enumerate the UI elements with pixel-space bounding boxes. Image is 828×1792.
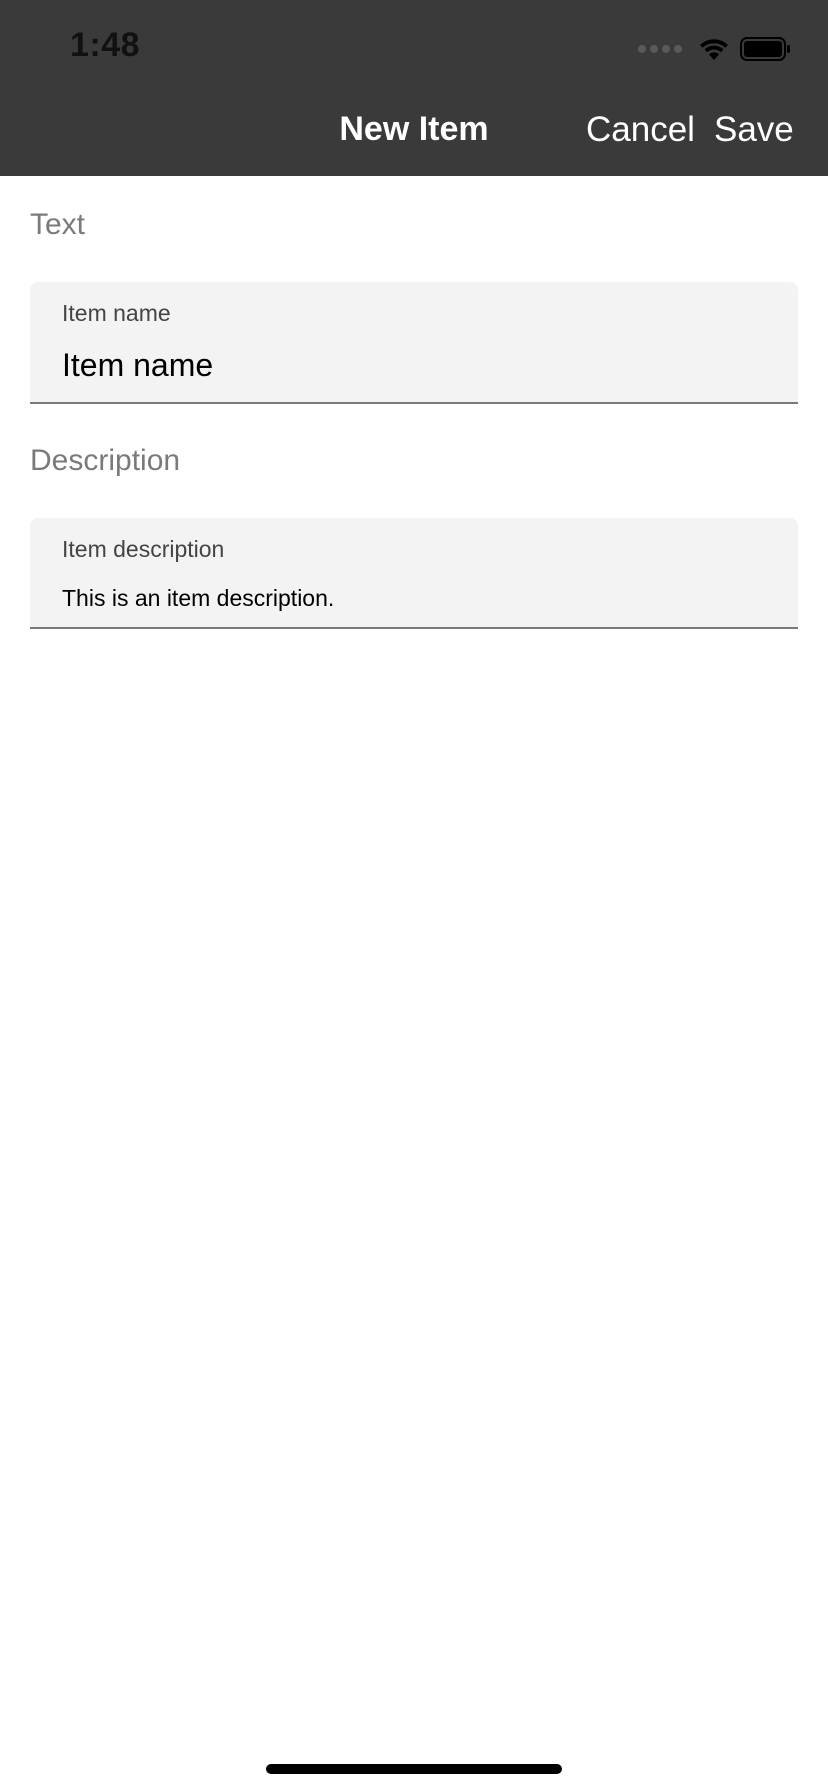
- item-name-label: Item name: [62, 300, 171, 326]
- save-button[interactable]: Save: [714, 110, 794, 150]
- item-description-label: Item description: [62, 536, 225, 562]
- page-title-text: New Item: [339, 110, 489, 148]
- app-header: 1:48 New Item Cancel Save: [0, 0, 828, 176]
- text-section-label: Text: [30, 208, 86, 241]
- status-icons: [638, 34, 792, 64]
- battery-icon: [740, 37, 790, 61]
- description-section-label: Description: [30, 444, 181, 477]
- item-description-input[interactable]: [62, 582, 762, 614]
- wifi-icon: [700, 39, 728, 60]
- item-name-field[interactable]: Item name: [30, 282, 798, 404]
- item-description-field[interactable]: Item description: [30, 518, 798, 629]
- home-indicator[interactable]: [266, 1764, 562, 1774]
- page-title: New Item: [0, 110, 828, 149]
- cellular-signal-icon: [638, 45, 682, 53]
- cancel-button[interactable]: Cancel: [586, 110, 695, 150]
- item-name-input[interactable]: [62, 344, 762, 386]
- status-time: 1:48: [70, 26, 141, 64]
